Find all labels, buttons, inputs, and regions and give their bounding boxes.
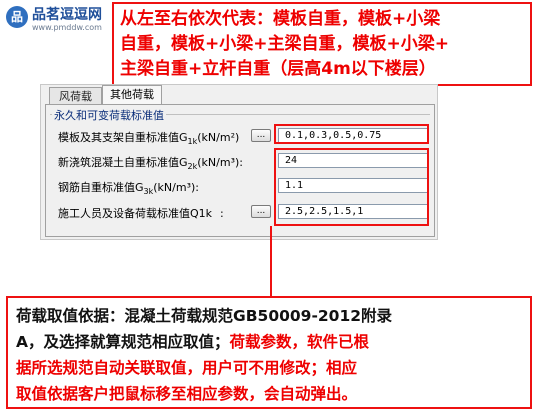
bottom-callout-line: 荷载取值依据：混凝土荷载规范GB50009-2012附录 (16, 307, 393, 325)
q1k-detail-button[interactable]: ... (251, 205, 271, 218)
bottom-callout-red-text: 荷载参数，软件已根 (229, 333, 370, 351)
logo-url: www.pmddw.com (32, 23, 102, 32)
label-unit: (kN/m³): (153, 181, 199, 194)
logo-name: 品茗逗逗网 (32, 7, 102, 23)
tab-wind-load[interactable]: 风荷载 (49, 87, 102, 104)
callout-connector-line (270, 226, 272, 296)
highlight-other-values (274, 148, 429, 226)
label-sub: 1k (187, 137, 198, 147)
highlight-g1k-values (274, 124, 429, 144)
bottom-callout-line: A，及选择就算规范相应取值；荷载参数，软件已根 (16, 329, 522, 355)
top-callout-line: 从左至右依次代表：模板自重，模板+小梁 (120, 9, 441, 29)
field-label-q1k: 施工人员及设备荷载标准值Q1k: (58, 205, 224, 221)
top-annotation-callout: 从左至右依次代表：模板自重，模板+小梁 自重，模板+小梁+主梁自重，模板+小梁+… (112, 2, 532, 86)
bottom-annotation-callout: 荷载取值依据：混凝土荷载规范GB50009-2012附录 A，及选择就算规范相应… (6, 296, 532, 409)
top-callout-line: 自重，模板+小梁+主梁自重，模板+小梁+ (120, 34, 449, 54)
group-title: 永久和可变荷载标准值 (52, 107, 166, 123)
field-label-g3k: 钢筋自重标准值G3k(kN/m³): (58, 179, 199, 196)
tab-other-load[interactable]: 其他荷载 (102, 85, 162, 104)
label-unit: : (220, 207, 224, 220)
label-main: 钢筋自重标准值G (58, 181, 144, 194)
label-unit: (kN/m²) (197, 131, 240, 144)
field-label-g1k: 模板及其支架自重标准值G1k(kN/m²) (58, 129, 239, 146)
label-main: 模板及其支架自重标准值G (58, 131, 188, 144)
top-callout-line: 主梁自重+立杆自重（层高4m以下楼层） (120, 59, 436, 79)
label-main: 施工人员及设备荷载标准值Q1k (58, 207, 213, 220)
label-sub: 3k (143, 187, 154, 197)
bottom-callout-black-text: A，及选择就算规范相应取值； (16, 333, 230, 351)
label-unit: (kN/m³): (197, 156, 243, 169)
label-sub: 2k (187, 162, 198, 172)
field-label-g2k: 新浇筑混凝土自重标准值G2k(kN/m³): (58, 154, 243, 171)
bottom-callout-line: 据所选规范自动关联取值，用户可不用修改；相应 (16, 359, 358, 377)
g1k-detail-button[interactable]: ... (251, 129, 271, 142)
logo-mark-icon: 品 (6, 6, 28, 28)
label-main: 新浇筑混凝土自重标准值G (58, 156, 188, 169)
bottom-callout-line: 取值依据客户把鼠标移至相应参数，会自动弹出。 (16, 385, 358, 403)
